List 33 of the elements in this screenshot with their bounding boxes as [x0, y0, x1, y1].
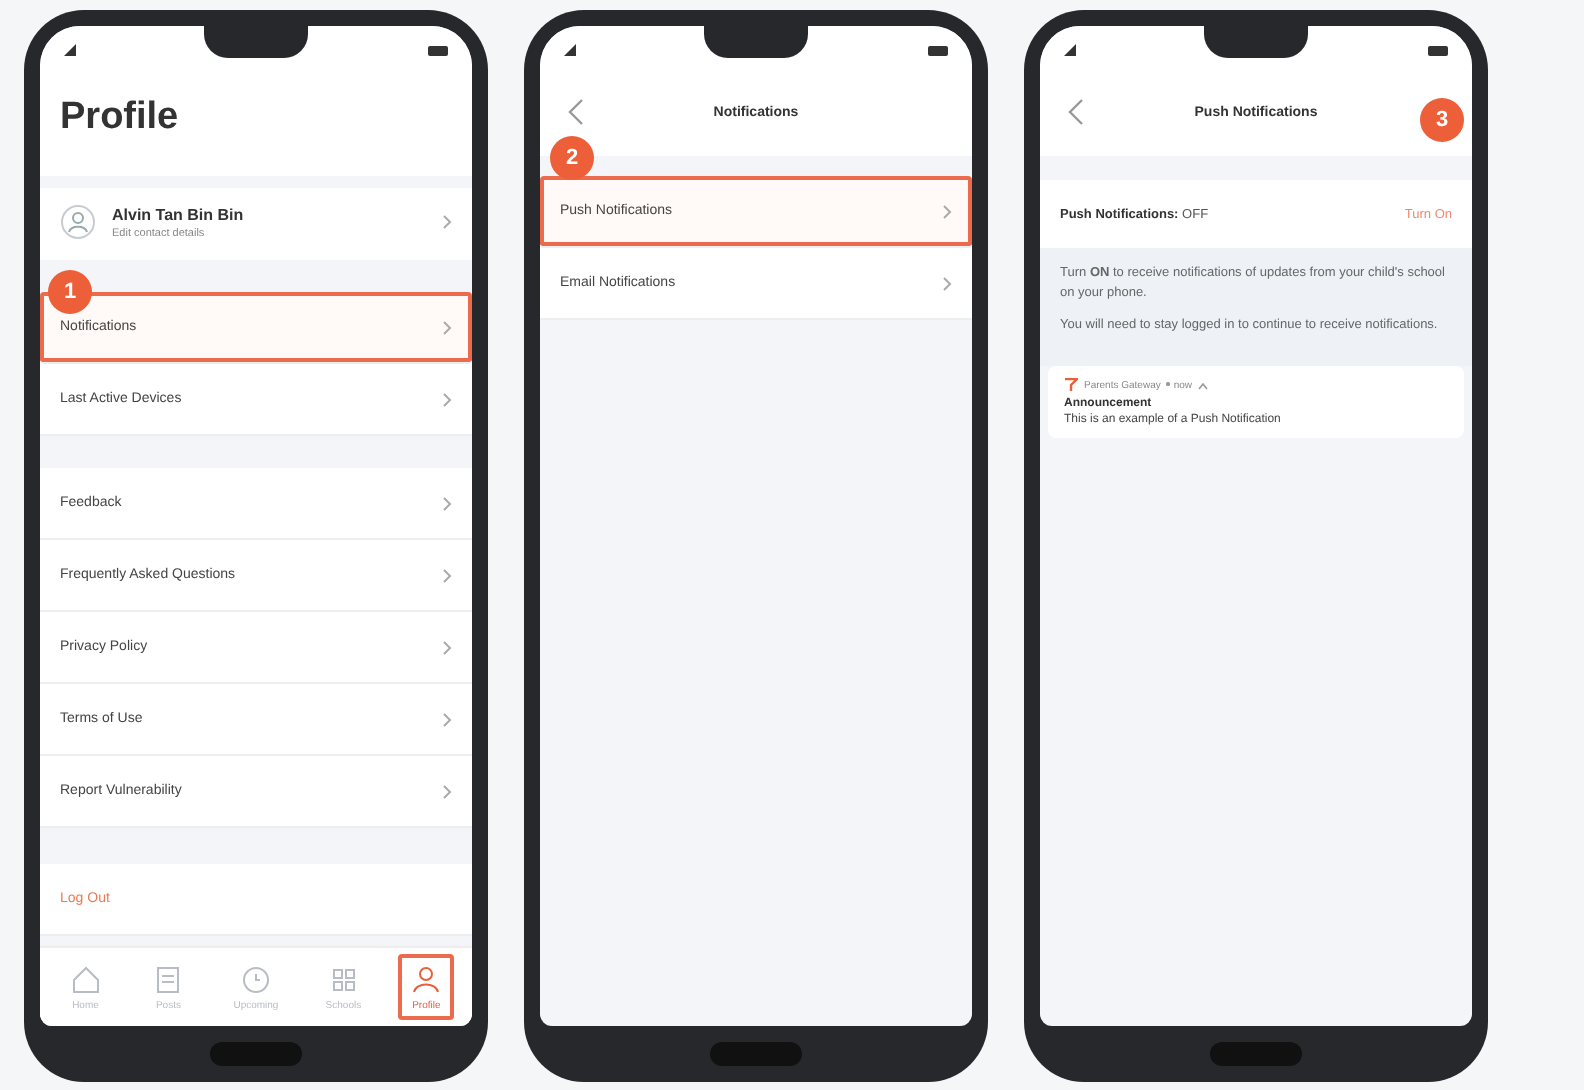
clock-icon	[237, 962, 274, 998]
page-title: Profile	[40, 68, 472, 176]
caret-icon	[1198, 381, 1209, 390]
chevron-right-icon	[442, 567, 452, 583]
app-logo-icon	[1064, 378, 1078, 393]
chevron-right-icon	[442, 319, 452, 335]
chevron-right-icon	[442, 639, 452, 655]
signal-icon	[564, 44, 576, 56]
phone-notch	[204, 22, 308, 58]
chevron-right-icon	[442, 391, 452, 407]
home-button[interactable]	[210, 1042, 302, 1066]
step-badge: 1	[48, 270, 92, 314]
battery-icon	[928, 45, 948, 55]
chevron-right-icon	[442, 783, 452, 799]
back-icon	[568, 98, 584, 126]
chevron-right-icon	[442, 711, 452, 727]
home-button[interactable]	[1210, 1042, 1302, 1066]
battery-icon	[1428, 45, 1448, 55]
signal-icon	[1064, 44, 1076, 56]
person-icon	[408, 962, 445, 998]
phone-notch	[704, 22, 808, 58]
home-button[interactable]	[710, 1042, 802, 1066]
back-icon	[1068, 98, 1084, 126]
home-icon	[67, 962, 104, 998]
user-name: Alvin Tan Bin Bin	[112, 205, 246, 223]
chevron-right-icon	[442, 495, 452, 511]
chevron-right-icon	[442, 214, 452, 230]
phone-notch	[1204, 22, 1308, 58]
battery-icon	[428, 45, 448, 55]
chevron-right-icon	[942, 275, 952, 291]
avatar-icon	[60, 204, 96, 240]
chevron-right-icon	[942, 203, 952, 219]
signal-icon	[64, 44, 76, 56]
